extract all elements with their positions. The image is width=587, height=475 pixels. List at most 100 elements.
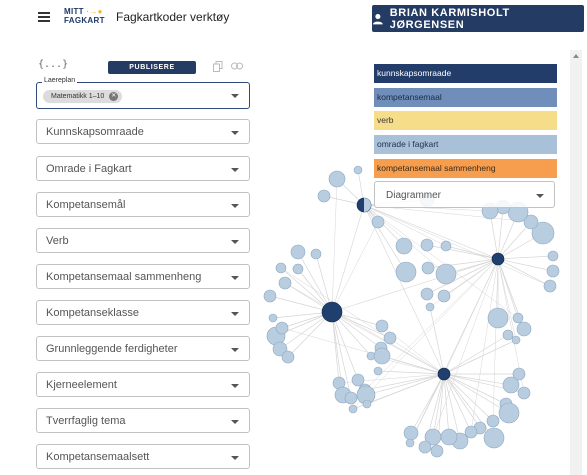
graph-node[interactable] [425,302,435,312]
user-name: BRIAN KARMISHOLT JØRGENSEN [389,6,510,31]
chevron-down-icon [231,168,239,172]
link-icon[interactable] [231,62,243,70]
graph-edge [363,204,499,260]
graph-node[interactable] [292,263,304,275]
vertical-scrollbar[interactable] [570,50,582,475]
graph-node[interactable] [464,425,478,439]
graph-node[interactable] [421,261,435,275]
graph-node[interactable] [543,279,557,293]
graph-edge [352,258,499,410]
chevron-down-icon [231,240,239,244]
graph-node[interactable] [546,264,560,278]
cancel-chip-icon[interactable]: ✕ [109,92,119,101]
graph-edge [364,373,445,391]
graph-edge [492,258,499,422]
graph-node[interactable] [290,244,306,260]
chevron-down-icon [231,456,239,460]
graph-node[interactable] [498,402,520,424]
json-braces-icon[interactable]: {...} [38,59,68,70]
menu-icon[interactable] [38,12,50,22]
graph-node[interactable] [395,237,413,255]
graph-node[interactable] [405,438,415,448]
graph-node[interactable] [420,287,434,301]
graph-node[interactable] [344,391,358,405]
scroll-up-icon[interactable] [573,54,579,58]
grunnleggende-ferdigheter-select[interactable]: Grunnleggende ferdigheter [36,336,250,361]
graph-node[interactable] [373,347,391,365]
graph-node[interactable] [502,329,514,341]
graph-node[interactable] [511,335,521,345]
graph-node[interactable] [373,366,383,376]
graph-node[interactable] [353,165,363,175]
graph-node[interactable] [310,248,322,260]
publish-button[interactable]: PUBLISERE [108,61,196,74]
graph-edge [366,373,445,405]
graph-edge [443,373,481,429]
graph-node[interactable] [435,263,457,285]
graph-node[interactable] [547,250,559,262]
app-logo[interactable]: MITT ·→● FAGKART [64,7,105,25]
graph-hub-node[interactable] [491,252,505,266]
graph-node[interactable] [375,319,389,333]
field-label: Grunnleggende ferdigheter [46,343,178,355]
graph-node[interactable] [328,170,346,188]
graph-node[interactable] [263,289,277,303]
graph-node[interactable] [487,307,509,329]
graph-node[interactable] [440,240,452,252]
chevron-down-icon [231,348,239,352]
graph-edge [426,244,499,260]
graph-node[interactable] [268,313,278,323]
graph-node[interactable] [348,404,358,414]
kjerneelement-select[interactable]: Kjerneelement [36,372,250,397]
graph-node[interactable] [486,414,500,428]
graph-node[interactable] [440,428,458,446]
graph-node[interactable] [517,386,531,400]
graph-node[interactable] [418,440,432,454]
graph-node[interactable] [516,321,532,337]
graph-edge [445,245,499,260]
kompetansemaalsett-select[interactable]: Kompetansemaalsett [36,444,250,469]
graph-hub-node[interactable] [437,367,451,381]
graph-node[interactable] [275,321,289,335]
logo-dots-icon: ·→● [86,7,103,16]
tverrfaglig-tema-select[interactable]: Tverrfaglig tema [36,408,250,433]
field-label: Kompetanseklasse [46,307,139,319]
laereplan-chip[interactable]: Matematikk 1–10 ✕ [43,90,123,103]
graph-node[interactable] [403,425,419,441]
graph-edge [363,204,407,273]
user-account-button[interactable]: BRIAN KARMISHOLT JØRGENSEN [372,5,584,32]
verb-select[interactable]: Verb [36,228,250,253]
graph-node[interactable] [420,238,434,252]
graph-node[interactable] [281,350,295,364]
graph-node[interactable] [483,427,505,449]
graph-node[interactable] [275,262,287,274]
chevron-down-icon[interactable] [231,94,239,98]
graph-hub-node[interactable] [321,301,343,323]
graph-node[interactable] [437,289,451,303]
field-label: Kompetansemål [46,199,126,211]
laereplan-select[interactable]: Laereplan Matematikk 1–10 ✕ [36,77,250,109]
graph-node[interactable] [371,215,385,229]
page-title: Fagkartkoder verktøy [116,10,230,24]
chevron-down-icon [536,194,544,198]
kunnskapsomraade-select[interactable]: Kunnskapsomraade [36,119,250,144]
omrade-i-fagkart-select[interactable]: Omrade i Fagkart [36,156,250,181]
graph-node[interactable] [362,399,372,409]
copy-icon[interactable] [213,61,223,72]
graph-node[interactable] [430,444,444,458]
graph-node[interactable] [317,189,331,203]
graph-edge [497,206,504,260]
graph-node[interactable] [395,261,417,283]
graph-node[interactable] [351,373,365,387]
graph-node[interactable] [512,312,524,324]
person-icon [372,13,383,24]
kompetansemal-select[interactable]: Kompetansemål [36,192,250,217]
graph-node[interactable] [278,276,292,290]
diagram-select[interactable]: Diagrammer [374,181,555,208]
graph-node[interactable] [383,331,397,345]
chevron-down-icon [231,276,239,280]
kompetansemaal-sammenheng-select[interactable]: Kompetansemaal sammenheng [36,264,250,289]
logo-line1: MITT [64,7,84,16]
kompetanseklasse-select[interactable]: Kompetanseklasse [36,300,250,325]
graph-node[interactable] [502,376,520,394]
